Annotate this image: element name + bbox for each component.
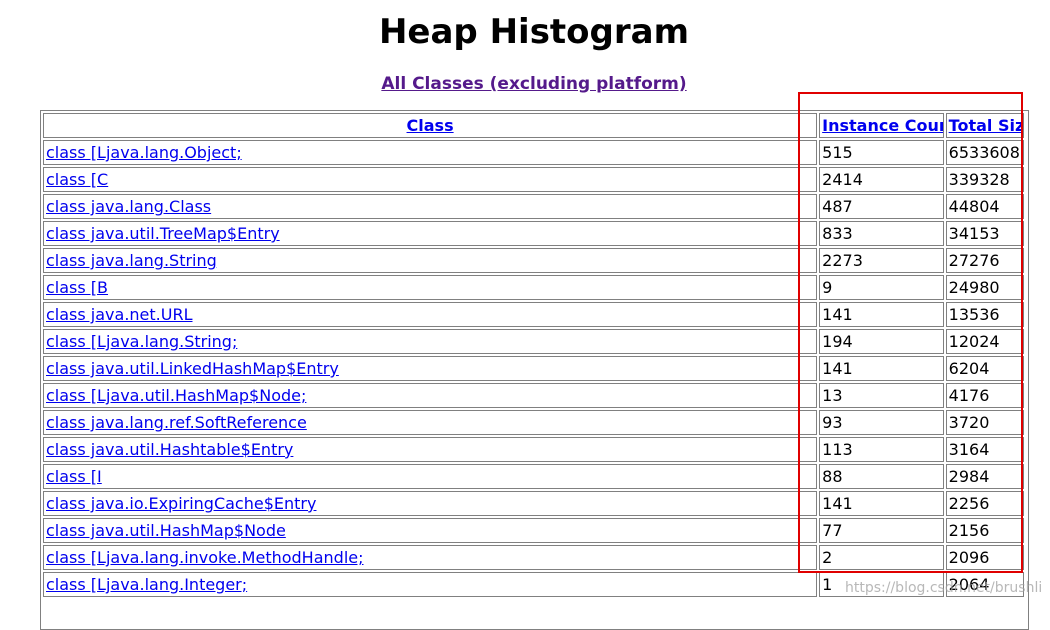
table-row: class [Ljava.lang.String; 194 12024: [43, 329, 1024, 354]
total-size-cell: 4176: [945, 383, 1024, 408]
total-size-cell: 6204: [945, 356, 1024, 381]
total-size-cell: 3164: [945, 437, 1024, 462]
class-cell: class java.util.HashMap$Node: [43, 518, 818, 543]
class-link[interactable]: class java.lang.ref.SoftReference: [46, 413, 307, 432]
histogram-table-wrap: Class Instance Count Total Size class [L…: [40, 110, 1029, 630]
class-cell: class java.util.LinkedHashMap$Entry: [43, 356, 818, 381]
total-size-cell: 339328: [945, 167, 1024, 192]
class-cell: class java.util.Hashtable$Entry: [43, 437, 818, 462]
class-link[interactable]: class [Ljava.lang.Object;: [46, 143, 242, 162]
total-size-cell: 3720: [945, 410, 1024, 435]
class-link[interactable]: class java.io.ExpiringCache$Entry: [46, 494, 316, 513]
table-row: class [I 88 2984: [43, 464, 1024, 489]
class-cell: class [Ljava.lang.Integer;: [43, 572, 818, 597]
class-link[interactable]: class java.util.TreeMap$Entry: [46, 224, 280, 243]
sort-by-instance-count-link[interactable]: Instance Count: [822, 116, 943, 135]
instance-count-cell: 1: [819, 572, 944, 597]
total-size-cell: 2256: [945, 491, 1024, 516]
class-link[interactable]: class [Ljava.lang.invoke.MethodHandle;: [46, 548, 364, 567]
total-size-cell: 44804: [945, 194, 1024, 219]
instance-count-cell: 93: [819, 410, 944, 435]
table-row: class java.io.ExpiringCache$Entry 141 2256: [43, 491, 1024, 516]
table-row: class java.util.TreeMap$Entry 833 34153: [43, 221, 1024, 246]
class-cell: class java.lang.Class: [43, 194, 818, 219]
class-cell: class java.net.URL: [43, 302, 818, 327]
table-row: class [Ljava.util.HashMap$Node; 13 4176: [43, 383, 1024, 408]
total-size-column-header: Total Size: [945, 113, 1024, 138]
class-link[interactable]: class [Ljava.lang.Integer;: [46, 575, 247, 594]
total-size-cell: 24980: [945, 275, 1024, 300]
instance-count-cell: 487: [819, 194, 944, 219]
table-row: class [Ljava.lang.Integer; 1 2064: [43, 572, 1024, 597]
table-row: class java.util.LinkedHashMap$Entry 141 62…: [43, 356, 1024, 381]
histogram-table-body: class [Ljava.lang.Object; 515 6533608 class…: [43, 140, 1024, 597]
instance-count-cell: 77: [819, 518, 944, 543]
class-cell: class java.util.TreeMap$Entry: [43, 221, 818, 246]
class-link[interactable]: class java.util.HashMap$Node: [46, 521, 286, 540]
class-link[interactable]: class [Ljava.lang.String;: [46, 332, 237, 351]
table-row: class [C 2414 339328: [43, 167, 1024, 192]
total-size-cell: 13536: [945, 302, 1024, 327]
sort-by-class-link[interactable]: Class: [407, 116, 454, 135]
class-cell: class [Ljava.util.HashMap$Node;: [43, 383, 818, 408]
sort-by-total-size-link[interactable]: Total Size: [949, 116, 1023, 135]
page-title: Heap Histogram: [378, 12, 690, 52]
table-header-row: Class Instance Count Total Size: [43, 113, 1024, 138]
instance-count-cell: 88: [819, 464, 944, 489]
histogram-table: Class Instance Count Total Size class [L…: [41, 111, 1026, 599]
class-link[interactable]: class [Ljava.util.HashMap$Node;: [46, 386, 306, 405]
class-cell: class [I: [43, 464, 818, 489]
table-row: class [B 9 24980: [43, 275, 1024, 300]
total-size-cell: 6533608: [945, 140, 1024, 165]
class-cell: class java.io.ExpiringCache$Entry: [43, 491, 818, 516]
table-row: class java.lang.String 2273 27276: [43, 248, 1024, 273]
instance-count-cell: 2: [819, 545, 944, 570]
all-classes-link-wrap: All Classes (excluding platform): [0, 73, 1050, 95]
table-row: class [Ljava.lang.Object; 515 6533608: [43, 140, 1024, 165]
class-column-header: Class: [43, 113, 818, 138]
table-row: class java.lang.ref.SoftReference 93 3720: [43, 410, 1024, 435]
instance-count-cell: 833: [819, 221, 944, 246]
class-link[interactable]: class java.lang.String: [46, 251, 217, 270]
instance-count-cell: 13: [819, 383, 944, 408]
class-cell: class java.lang.String: [43, 248, 818, 273]
total-size-cell: 2064: [945, 572, 1024, 597]
class-link[interactable]: class [C: [46, 170, 108, 189]
class-link[interactable]: class java.lang.Class: [46, 197, 211, 216]
all-classes-link[interactable]: All Classes (excluding platform): [381, 74, 686, 94]
class-cell: class [C: [43, 167, 818, 192]
class-cell: class [Ljava.lang.String;: [43, 329, 818, 354]
instance-count-cell: 113: [819, 437, 944, 462]
table-row: class java.lang.Class 487 44804: [43, 194, 1024, 219]
class-link[interactable]: class java.net.URL: [46, 305, 193, 324]
instance-count-cell: 141: [819, 302, 944, 327]
table-row: class java.util.HashMap$Node 77 2156: [43, 518, 1024, 543]
class-cell: class [B: [43, 275, 818, 300]
instance-count-cell: 194: [819, 329, 944, 354]
class-cell: class [Ljava.lang.invoke.MethodHandle;: [43, 545, 818, 570]
class-link[interactable]: class [B: [46, 278, 108, 297]
instance-count-cell: 2273: [819, 248, 944, 273]
table-row: class [Ljava.lang.invoke.MethodHandle; 2 2…: [43, 545, 1024, 570]
class-link[interactable]: class java.util.LinkedHashMap$Entry: [46, 359, 339, 378]
total-size-cell: 2156: [945, 518, 1024, 543]
total-size-cell: 12024: [945, 329, 1024, 354]
class-cell: class [Ljava.lang.Object;: [43, 140, 818, 165]
table-row: class java.net.URL 141 13536: [43, 302, 1024, 327]
instance-count-cell: 2414: [819, 167, 944, 192]
total-size-cell: 27276: [945, 248, 1024, 273]
instance-count-cell: 141: [819, 491, 944, 516]
total-size-cell: 2984: [945, 464, 1024, 489]
class-link[interactable]: class [I: [46, 467, 102, 486]
class-cell: class java.lang.ref.SoftReference: [43, 410, 818, 435]
instance-count-cell: 515: [819, 140, 944, 165]
total-size-cell: 34153: [945, 221, 1024, 246]
table-row: class java.util.Hashtable$Entry 113 3164: [43, 437, 1024, 462]
instance-count-cell: 141: [819, 356, 944, 381]
class-link[interactable]: class java.util.Hashtable$Entry: [46, 440, 293, 459]
instance-count-cell: 9: [819, 275, 944, 300]
instance-count-column-header: Instance Count: [819, 113, 944, 138]
total-size-cell: 2096: [945, 545, 1024, 570]
